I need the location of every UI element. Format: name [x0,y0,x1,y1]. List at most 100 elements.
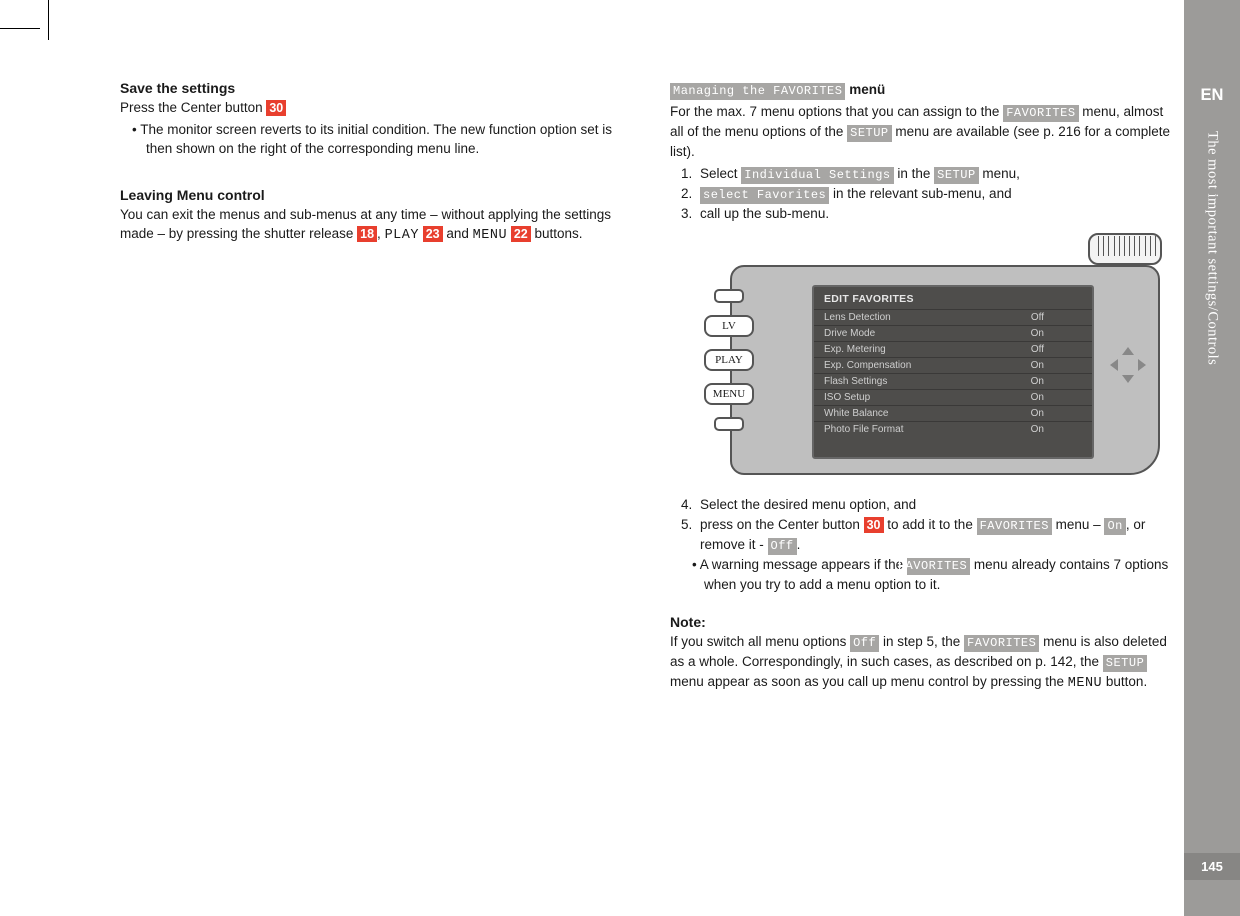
right-column: Managing the FAVORITES menü For the max.… [670,80,1180,696]
page-sidebar: EN The most important settings/Controls … [1184,0,1240,916]
leave-sep: , [377,226,385,241]
step5-a: press on the Center button [700,517,864,532]
lcd-row-value: On [1031,376,1044,387]
step2-b: in the relevant sub-menu, and [829,186,1011,201]
step5-sub-a: A warning message appears if the [700,557,907,572]
step1-b: in the [894,166,935,181]
note-d: menu appear as soon as you call up menu … [670,674,1068,689]
page-number: 145 [1184,853,1240,880]
setup-badge-2: SETUP [934,167,979,184]
off-badge-2: Off [850,635,879,652]
step-3: call up the sub-menu. [696,204,1180,224]
managing-intro: For the max. 7 menu options that you can… [670,102,1180,162]
managing-tail: menü [845,82,885,97]
leave-text-b: and [443,226,473,241]
lcd-row-label: White Balance [824,408,888,419]
individual-settings-badge: Individual Settings [741,167,893,184]
camera-dpad [1106,285,1150,445]
step1-c: menu, [979,166,1020,181]
off-badge: Off [768,538,797,555]
step5-c: menu – [1052,517,1105,532]
lcd-title: EDIT FAVORITES [814,287,1092,309]
ref-30-b: 30 [864,517,884,533]
lcd-row: Exp. Compensation On [814,357,1092,373]
dpad-left-icon [1110,359,1118,371]
lcd-row-value: On [1031,328,1044,339]
note-b: in step 5, the [879,634,964,649]
lcd-row: ISO Setup On [814,389,1092,405]
note-body: If you switch all menu options Off in st… [670,632,1180,694]
language-indicator: EN [1201,86,1224,105]
note-a: If you switch all menu options [670,634,850,649]
lcd-row-value: Off [1031,312,1044,323]
favorites-badge: FAVORITES [1003,105,1078,122]
camera-menu-button: MENU [704,383,754,405]
step-1: Select Individual Settings in the SETUP … [696,164,1180,184]
lcd-row-value: On [1031,408,1044,419]
save-settings-heading: Save the settings [120,80,630,96]
setup-badge: SETUP [847,125,892,142]
on-badge: On [1104,518,1125,535]
step-2: select Favorites in the relevant sub-men… [696,184,1180,204]
dpad-right-icon [1138,359,1146,371]
lcd-row-value: On [1031,360,1044,371]
save-settings-bullet: The monitor screen reverts to its initia… [120,120,630,159]
step-5: press on the Center button 30 to add it … [696,515,1180,555]
save-settings-line: Press the Center button 30 [120,98,630,118]
lcd-row-label: Flash Settings [824,376,887,387]
select-favorites-badge: select Favorites [700,187,829,204]
lcd-row-label: Photo File Format [824,424,903,435]
favorites-badge-2: FAVORITES [977,518,1052,535]
crop-mark-horizontal [0,28,40,29]
favorites-badge-3: FAVORITES [907,558,970,575]
note-e: button. [1102,674,1147,689]
left-column: Save the settings Press the Center butto… [120,80,630,696]
intro-a: For the max. 7 menu options that you can… [670,104,1003,119]
managing-favorites-badge: Managing the FAVORITES [670,83,845,100]
note-heading: Note: [670,614,1180,630]
setup-badge-3: SETUP [1103,655,1148,672]
camera-top-pill-button [714,289,744,303]
lcd-row: White Balance On [814,405,1092,421]
favorites-badge-4: FAVORITES [964,635,1039,652]
lcd-row: Drive Mode On [814,325,1092,341]
managing-heading: Managing the FAVORITES menü [670,80,1180,100]
dpad-down-icon [1122,375,1134,383]
ref-30: 30 [266,100,286,116]
ref-22: 22 [511,226,531,242]
lcd-row: Flash Settings On [814,373,1092,389]
camera-side-buttons: LV PLAY MENU [702,289,756,431]
step1-a: Select [700,166,741,181]
leaving-heading: Leaving Menu control [120,187,630,203]
lcd-row-label: Drive Mode [824,328,875,339]
lcd-row: Exp. Metering Off [814,341,1092,357]
lcd-row-value: Off [1031,344,1044,355]
lcd-row-label: Exp. Compensation [824,360,911,371]
save-intro-text: Press the Center button [120,100,266,115]
lcd-row-label: Exp. Metering [824,344,886,355]
camera-lv-button: LV [704,315,754,337]
step5-b: to add it to the [884,517,977,532]
lcd-row-value: On [1031,392,1044,403]
play-label: PLAY [385,228,419,243]
lcd-row-label: Lens Detection [824,312,891,323]
dpad-up-icon [1122,347,1134,355]
camera-bottom-pill-button [714,417,744,431]
camera-illustration: LV PLAY MENU EDIT FAVORITES Lens Detecti… [690,245,1160,475]
ref-23: 23 [423,226,443,242]
leaving-body: You can exit the menus and sub-menus at … [120,205,630,246]
camera-body: LV PLAY MENU EDIT FAVORITES Lens Detecti… [730,265,1160,475]
step-5-sub-bullet: A warning message appears if the FAVORIT… [670,555,1180,595]
lcd-row-label: ISO Setup [824,392,870,403]
section-label: The most important settings/Controls [1204,131,1221,853]
lcd-row: Photo File Format On [814,421,1092,437]
lcd-row: Lens Detection Off [814,309,1092,325]
dial-ridges [1098,236,1156,256]
ref-18: 18 [357,226,377,242]
menu-label-2: MENU [1068,676,1102,691]
lcd-row-value: On [1031,424,1044,435]
step-4: Select the desired menu option, and [696,495,1180,515]
crop-mark-vertical [48,0,49,40]
menu-label: MENU [473,228,507,243]
camera-lcd-screen: EDIT FAVORITES Lens Detection Off Drive M… [812,285,1094,459]
